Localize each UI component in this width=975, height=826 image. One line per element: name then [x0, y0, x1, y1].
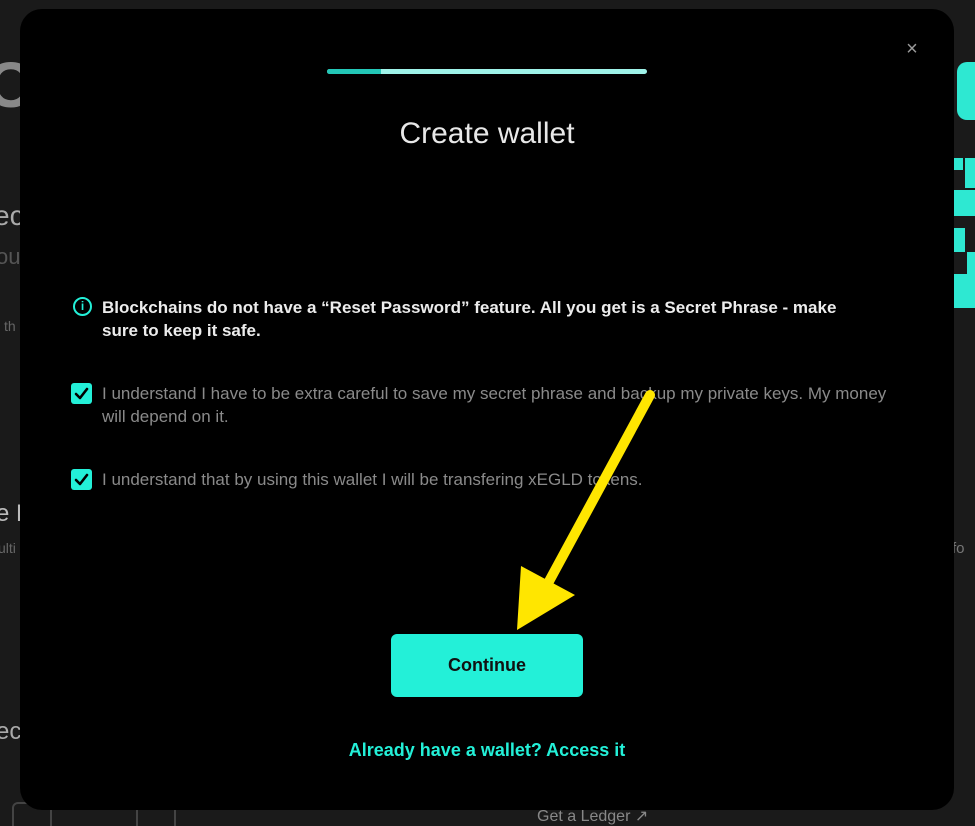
continue-button[interactable]: Continue: [391, 634, 583, 697]
info-icon: i: [73, 297, 92, 316]
background-text: ou: [0, 244, 21, 269]
background-text: ec: [0, 718, 22, 745]
checkbox-row-backup[interactable]: I understand I have to be extra careful …: [71, 382, 891, 428]
background-text: ulti: [0, 540, 16, 556]
access-wallet-link[interactable]: Already have a wallet? Access it: [20, 740, 954, 761]
background-text: th: [4, 318, 16, 334]
modal-title: Create wallet: [399, 117, 575, 150]
checkbox-tokens[interactable]: [71, 469, 92, 490]
progress-bar: [327, 69, 647, 74]
progress-bar-fill: [327, 69, 382, 74]
checkmark-icon: [74, 387, 89, 400]
checkbox-row-tokens[interactable]: I understand that by using this wallet I…: [71, 468, 891, 491]
checkbox-backup[interactable]: [71, 383, 92, 404]
security-notice: i Blockchains do not have a “Reset Passw…: [73, 296, 873, 342]
create-wallet-modal: × Create wallet i Blockchains do not hav…: [20, 9, 954, 810]
background-qr-graphic: [953, 62, 975, 312]
notice-text: Blockchains do not have a “Reset Passwor…: [102, 298, 837, 340]
close-icon[interactable]: ×: [900, 37, 924, 61]
checkmark-icon: [74, 473, 89, 486]
checkbox-label-backup: I understand I have to be extra careful …: [102, 384, 887, 426]
checkbox-label-tokens: I understand that by using this wallet I…: [102, 470, 643, 489]
